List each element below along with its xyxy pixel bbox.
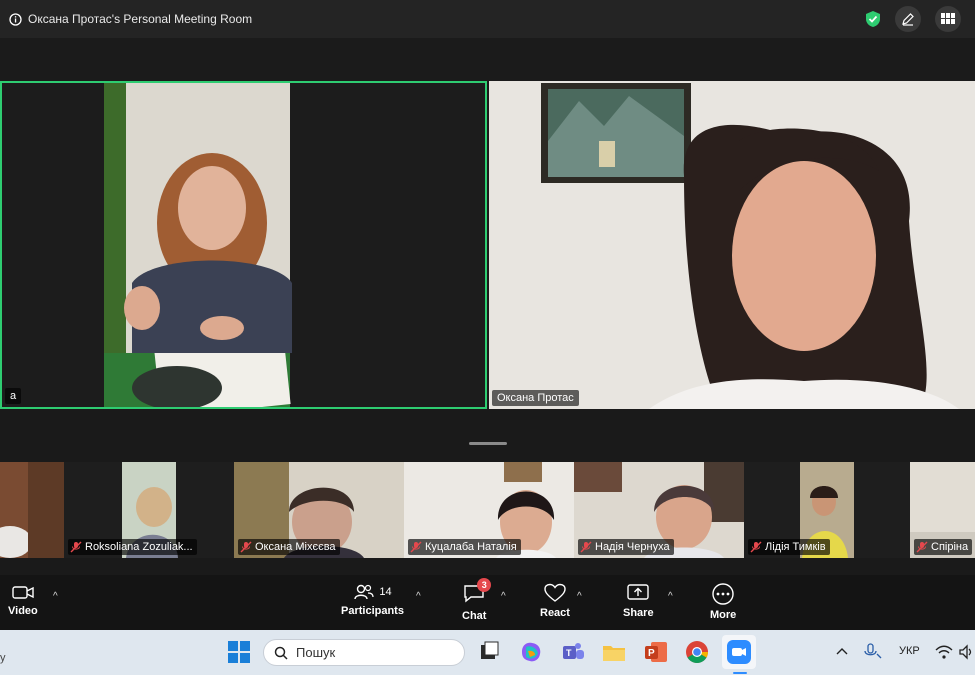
- speaker-icon[interactable]: [958, 644, 974, 660]
- participant-label: Roksoliana Zozuliak...: [68, 539, 197, 555]
- meeting-toolbar: Video ^ 14 Participants ^ 3 Chat ^ React…: [0, 575, 975, 630]
- share-screen-icon: [627, 584, 649, 600]
- video-camera-icon: [12, 586, 34, 599]
- chat-label: Chat: [462, 610, 487, 622]
- mic-muted-icon: [916, 541, 928, 553]
- search-placeholder: Пошук: [296, 645, 336, 660]
- participant-label: Спіріна: [914, 539, 973, 555]
- wifi-icon[interactable]: [935, 644, 953, 660]
- gallery-tile[interactable]: Roksoliana Zozuliak...: [64, 462, 234, 558]
- participants-options-caret[interactable]: ^: [416, 591, 421, 602]
- info-icon[interactable]: [9, 12, 22, 26]
- video-options-caret[interactable]: ^: [53, 591, 58, 602]
- participant-name: Надія Чернуха: [595, 541, 670, 553]
- search-icon: [274, 646, 288, 660]
- chat-button[interactable]: 3 Chat: [462, 578, 492, 622]
- mic-muted-icon: [750, 541, 762, 553]
- mic-muted-icon: [580, 541, 592, 553]
- video-tile-speaker-2[interactable]: Оксана Протас: [489, 81, 975, 409]
- zoom-icon: [727, 640, 751, 664]
- participant-name: Спіріна: [931, 541, 969, 553]
- gallery-tile[interactable]: Оксана Міхєєва: [234, 462, 404, 558]
- svg-text:P: P: [648, 648, 655, 659]
- speaker-name-label: Оксана Протас: [492, 390, 579, 406]
- teams-icon[interactable]: T: [560, 639, 586, 665]
- windows-start-icon[interactable]: [226, 639, 252, 665]
- meeting-title: Оксана Протас's Personal Meeting Room: [28, 12, 253, 26]
- copilot-icon[interactable]: [518, 639, 544, 665]
- stage-spacer: [0, 38, 975, 81]
- taskbar-left-text: у: [0, 652, 6, 664]
- participant-name: Оксана Міхєєва: [255, 541, 336, 553]
- more-icon: [712, 583, 734, 605]
- gallery-strip: Roksoliana Zozuliak... Оксана Міхєєва Ку…: [0, 462, 975, 558]
- os-taskbar: у Пошук T P УКР: [0, 630, 975, 675]
- react-label: React: [540, 607, 570, 619]
- shield-icon[interactable]: [865, 10, 881, 28]
- participants-button[interactable]: 14 Participants: [341, 583, 404, 617]
- chat-options-caret[interactable]: ^: [501, 591, 506, 602]
- participant-name: Roksoliana Zozuliak...: [85, 541, 193, 553]
- task-view-icon[interactable]: [476, 639, 502, 665]
- chrome-icon[interactable]: [684, 639, 710, 665]
- mic-muted-icon: [240, 541, 252, 553]
- grid-icon: [941, 13, 955, 24]
- mic-muted-icon: [70, 541, 82, 553]
- participant-label: Оксана Міхєєва: [238, 539, 340, 555]
- participant-video: [2, 83, 485, 407]
- participant-label: Надія Чернуха: [578, 539, 674, 555]
- gallery-tile[interactable]: Спіріна: [910, 462, 975, 558]
- resize-handle[interactable]: [469, 442, 507, 445]
- voice-access-icon[interactable]: [862, 642, 884, 662]
- mic-muted-icon: [410, 541, 422, 553]
- video-tile-active-speaker[interactable]: а: [0, 81, 487, 409]
- gallery-tile[interactable]: Куцалаба Наталія: [404, 462, 574, 558]
- svg-text:T: T: [566, 648, 572, 658]
- react-button[interactable]: React: [540, 583, 570, 619]
- participant-name: Лідія Тимків: [765, 541, 826, 553]
- more-button[interactable]: More: [710, 583, 736, 621]
- language-indicator[interactable]: УКР: [899, 645, 920, 657]
- pencil-icon: [902, 13, 914, 26]
- share-button[interactable]: Share: [623, 583, 654, 619]
- heart-icon: [544, 583, 566, 602]
- gallery-tile[interactable]: [0, 462, 64, 558]
- participant-video: [489, 81, 975, 409]
- speaker-name-label: а: [5, 388, 22, 404]
- chevron-up-icon[interactable]: [836, 646, 848, 656]
- video-label: Video: [8, 605, 38, 617]
- active-app-indicator: [733, 672, 747, 674]
- share-options-caret[interactable]: ^: [668, 591, 673, 602]
- participant-label: Куцалаба Наталія: [408, 539, 521, 555]
- video-button[interactable]: Video: [8, 583, 38, 617]
- more-label: More: [710, 609, 737, 621]
- participant-label: Лідія Тимків: [748, 539, 830, 555]
- meeting-header: Оксана Протас's Personal Meeting Room: [0, 0, 975, 38]
- participant-video: [0, 462, 64, 558]
- view-button[interactable]: [935, 6, 961, 32]
- annotate-button[interactable]: [895, 6, 921, 32]
- zoom-taskbar-button[interactable]: [722, 635, 756, 669]
- participants-icon: [354, 584, 374, 600]
- gallery-tile[interactable]: Лідія Тимків: [744, 462, 910, 558]
- participant-name: Куцалаба Наталія: [425, 541, 517, 553]
- share-label: Share: [623, 607, 654, 619]
- file-explorer-icon[interactable]: [601, 639, 627, 665]
- react-options-caret[interactable]: ^: [577, 591, 582, 602]
- powerpoint-icon[interactable]: P: [643, 639, 669, 665]
- gallery-tile[interactable]: Надія Чернуха: [574, 462, 744, 558]
- participants-count: 14: [379, 586, 392, 598]
- chat-unread-badge: 3: [477, 578, 492, 592]
- participants-label: Participants: [341, 605, 404, 617]
- taskbar-search[interactable]: Пошук: [263, 639, 465, 666]
- meeting-info[interactable]: Оксана Протас's Personal Meeting Room: [9, 12, 252, 26]
